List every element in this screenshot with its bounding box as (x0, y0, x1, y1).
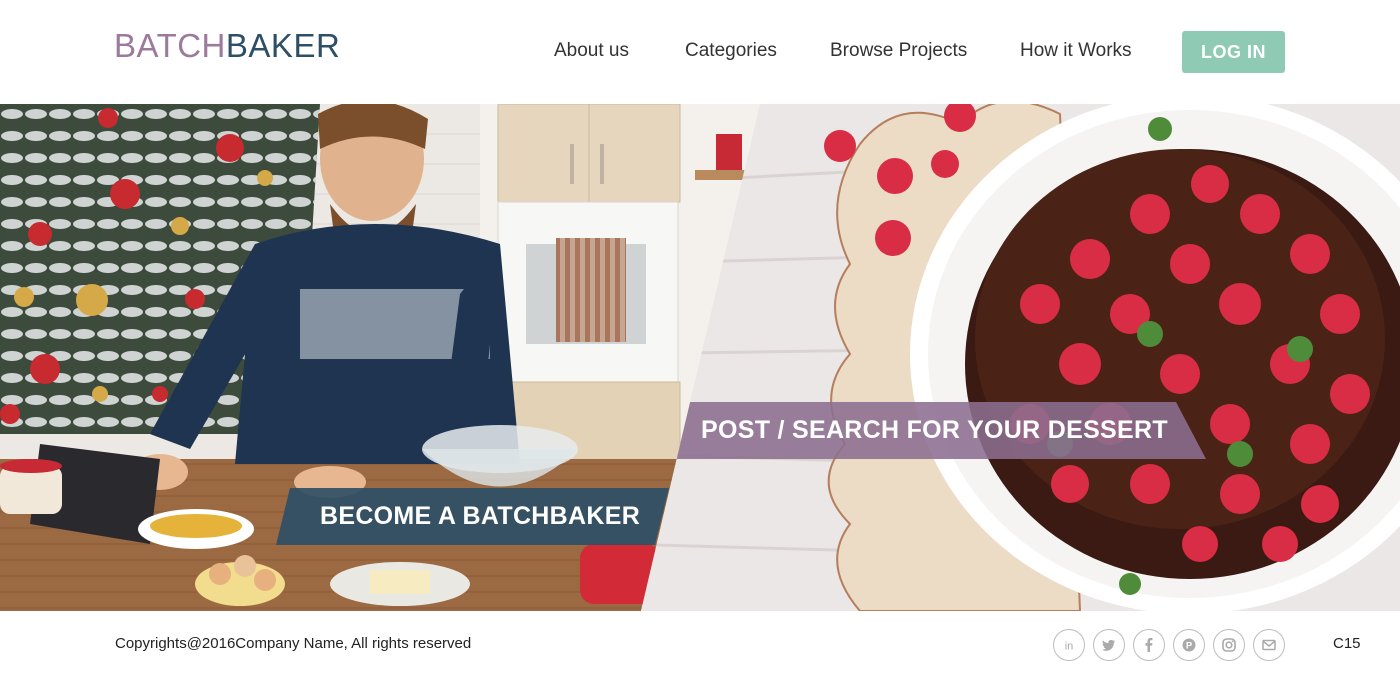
facebook-icon[interactable] (1133, 629, 1165, 661)
copyright-text: Copyrights@2016Company Name, All rights … (115, 635, 472, 652)
hero-banner: BECOME A BATCHBAKER POST / SEARCH FOR YO… (0, 104, 1400, 611)
mail-icon[interactable] (1253, 629, 1285, 661)
post-search-dessert-label[interactable]: POST / SEARCH FOR YOUR DESSERT (676, 402, 1206, 459)
site-header: BATCHBAKER About us Categories Browse Pr… (0, 0, 1400, 104)
nav-browse-projects[interactable]: Browse Projects (830, 38, 967, 64)
nav-how-it-works[interactable]: How it Works (1020, 38, 1132, 64)
site-footer: Copyrights@2016Company Name, All rights … (0, 611, 1400, 680)
svg-text:P: P (1186, 641, 1193, 652)
linkedin-icon[interactable]: in (1053, 629, 1085, 661)
instagram-icon[interactable] (1213, 629, 1245, 661)
social-links: in P (1053, 629, 1285, 661)
pinterest-icon[interactable]: P (1173, 629, 1205, 661)
become-batchbaker-label[interactable]: BECOME A BATCHBAKER (276, 488, 669, 545)
nav-about-us[interactable]: About us (554, 38, 629, 64)
svg-text:in: in (1065, 641, 1074, 653)
login-button[interactable]: LOG IN (1182, 31, 1285, 73)
twitter-icon[interactable] (1093, 629, 1125, 661)
footer-code: C15 (1333, 635, 1361, 652)
nav-categories[interactable]: Categories (685, 38, 777, 64)
